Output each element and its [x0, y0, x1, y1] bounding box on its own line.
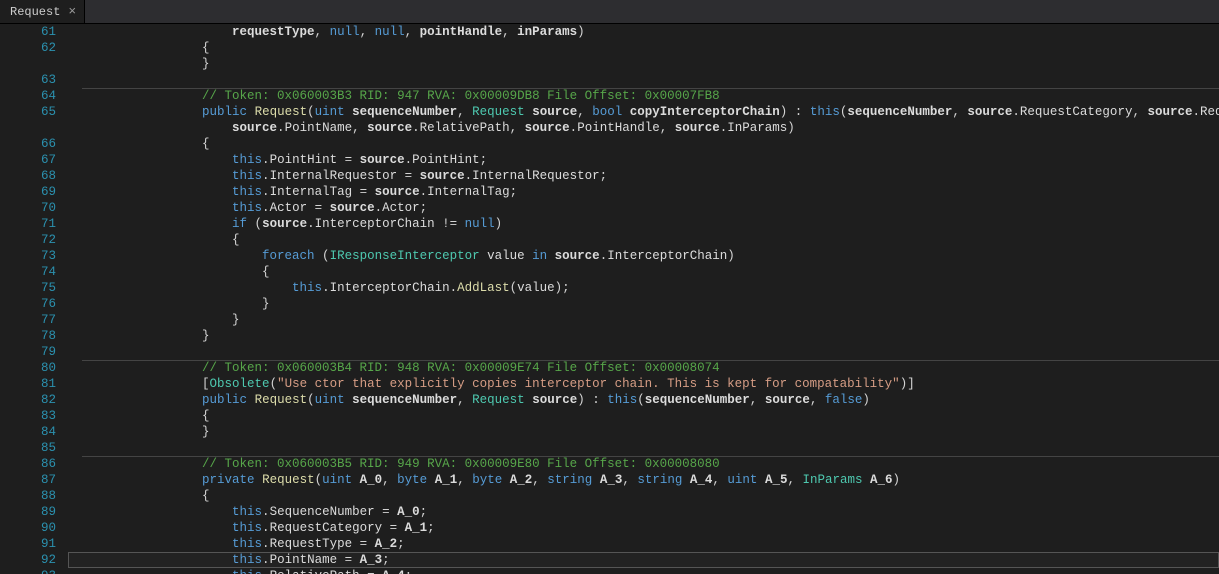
line-number: 62 [0, 40, 56, 56]
code-line[interactable]: { [82, 264, 1219, 280]
code-line[interactable]: requestType, null, null, pointHandle, in… [82, 24, 1219, 40]
tab-title: Request [10, 5, 60, 19]
line-number: 71 [0, 216, 56, 232]
code-line[interactable]: this.RequestType = A_2; [82, 536, 1219, 552]
line-number: 69 [0, 184, 56, 200]
code-line[interactable]: { [82, 488, 1219, 504]
code-line[interactable]: // Token: 0x060003B4 RID: 948 RVA: 0x000… [82, 360, 1219, 376]
line-number: 70 [0, 200, 56, 216]
code-line[interactable]: this.RequestCategory = A_1; [82, 520, 1219, 536]
line-number: 65 [0, 104, 56, 120]
line-number: 89 [0, 504, 56, 520]
line-number: 85 [0, 440, 56, 456]
line-number: 93 [0, 568, 56, 574]
line-number: 76 [0, 296, 56, 312]
code-body[interactable]: requestType, null, null, pointHandle, in… [82, 24, 1219, 574]
fold-column[interactable] [68, 24, 82, 574]
code-line[interactable]: { [82, 408, 1219, 424]
line-number: 66 [0, 136, 56, 152]
code-line[interactable] [82, 344, 1219, 360]
code-line[interactable]: this.InternalTag = source.InternalTag; [82, 184, 1219, 200]
line-number: 79 [0, 344, 56, 360]
code-line[interactable]: } [82, 328, 1219, 344]
line-number [0, 56, 56, 72]
code-line[interactable]: { [82, 40, 1219, 56]
code-line[interactable]: } [82, 296, 1219, 312]
line-number: 63 [0, 72, 56, 88]
code-line[interactable]: this.PointName = A_3; [82, 552, 1219, 568]
line-number: 80 [0, 360, 56, 376]
code-line[interactable]: } [82, 312, 1219, 328]
code-line[interactable]: } [82, 424, 1219, 440]
code-line[interactable]: this.SequenceNumber = A_0; [82, 504, 1219, 520]
tab-bar: Request × [0, 0, 1219, 24]
line-number-gutter: 6162 636465 666768697071727374757677787980… [0, 24, 68, 574]
code-line[interactable]: { [82, 232, 1219, 248]
line-number [0, 120, 56, 136]
code-line[interactable]: this.PointHint = source.PointHint; [82, 152, 1219, 168]
line-number: 87 [0, 472, 56, 488]
code-line[interactable]: this.InternalRequestor = source.Internal… [82, 168, 1219, 184]
code-line[interactable]: foreach (IResponseInterceptor value in s… [82, 248, 1219, 264]
code-line[interactable]: public Request(uint sequenceNumber, Requ… [82, 104, 1219, 120]
code-line[interactable]: this.InterceptorChain.AddLast(value); [82, 280, 1219, 296]
line-number: 67 [0, 152, 56, 168]
line-number: 72 [0, 232, 56, 248]
line-number: 84 [0, 424, 56, 440]
code-line[interactable]: if (source.InterceptorChain != null) [82, 216, 1219, 232]
code-editor[interactable]: 6162 636465 666768697071727374757677787980… [0, 24, 1219, 574]
line-number: 74 [0, 264, 56, 280]
code-line[interactable]: } [82, 56, 1219, 72]
line-number: 83 [0, 408, 56, 424]
code-line[interactable]: // Token: 0x060003B3 RID: 947 RVA: 0x000… [82, 88, 1219, 104]
code-line[interactable]: // Token: 0x060003B5 RID: 949 RVA: 0x000… [82, 456, 1219, 472]
line-number: 77 [0, 312, 56, 328]
line-number: 75 [0, 280, 56, 296]
line-number: 78 [0, 328, 56, 344]
code-line[interactable] [82, 440, 1219, 456]
code-line[interactable]: { [82, 136, 1219, 152]
code-line[interactable]: public Request(uint sequenceNumber, Requ… [82, 392, 1219, 408]
line-number: 86 [0, 456, 56, 472]
line-number: 92 [0, 552, 56, 568]
tab-request[interactable]: Request × [0, 0, 85, 23]
line-number: 64 [0, 88, 56, 104]
code-line[interactable] [82, 72, 1219, 88]
line-number: 91 [0, 536, 56, 552]
line-number: 81 [0, 376, 56, 392]
code-line[interactable]: private Request(uint A_0, byte A_1, byte… [82, 472, 1219, 488]
line-number: 61 [0, 24, 56, 40]
close-icon[interactable]: × [68, 5, 76, 18]
code-line[interactable]: this.RelativePath = A_4; [82, 568, 1219, 574]
line-number: 90 [0, 520, 56, 536]
code-line[interactable]: [Obsolete("Use ctor that explicitly copi… [82, 376, 1219, 392]
line-number: 68 [0, 168, 56, 184]
line-number: 82 [0, 392, 56, 408]
line-number: 88 [0, 488, 56, 504]
code-line[interactable]: this.Actor = source.Actor; [82, 200, 1219, 216]
line-number: 73 [0, 248, 56, 264]
code-line[interactable]: source.PointName, source.RelativePath, s… [82, 120, 1219, 136]
